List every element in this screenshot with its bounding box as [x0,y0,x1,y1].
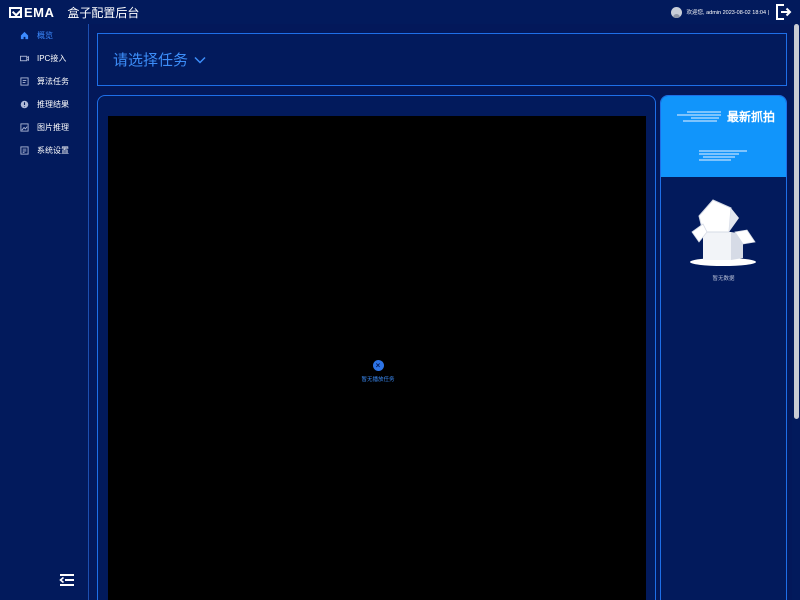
empty-state: × 暂无播放任务 [358,360,398,383]
menu-collapse-icon[interactable] [59,573,75,587]
scrollbar-thumb[interactable] [794,24,799,419]
capture-empty-text: 暂无数据 [712,276,735,282]
sidebar: 概览 IPC接入 算法任务 推理结果 图片推理 系统设置 [0,24,89,600]
sidebar-item-label: 推理结果 [37,100,69,109]
task-select-dropdown[interactable]: 请选择任务 [113,49,206,70]
sidebar-item-results[interactable]: 推理结果 [0,93,88,116]
settings-icon [20,146,29,155]
result-icon [20,100,29,109]
page-scrollbar[interactable] [792,24,800,600]
sidebar-item-image-inference[interactable]: 图片推理 [0,116,88,139]
welcome-text: 欢迎您, admin 2023-08-02 18:04 | [686,10,769,16]
sidebar-item-label: 算法任务 [37,77,69,86]
video-panel: × 暂无播放任务 [97,95,656,600]
chevron-down-icon [194,56,206,64]
logo-mark-icon [9,6,22,18]
video-player-area[interactable]: × 暂无播放任务 [108,116,646,600]
capture-title: 最新抓拍 [727,110,776,124]
task-select-placeholder: 请选择任务 [113,52,189,69]
close-circle-icon: × [372,360,384,371]
latest-capture-panel: 最新抓拍 暂无数据 [660,95,787,600]
task-selector-panel: 请选择任务 [97,33,787,86]
sidebar-item-tasks[interactable]: 算法任务 [0,70,88,93]
sidebar-item-label: 系统设置 [37,146,69,155]
sidebar-item-label: IPC接入 [37,54,67,63]
logo-text: EMA [24,4,55,20]
sidebar-item-label: 概览 [37,31,53,40]
empty-box-icon [690,199,756,266]
sidebar-item-settings[interactable]: 系统设置 [0,139,88,162]
app-title: 盒子配置后台 [67,5,140,20]
logout-icon[interactable] [774,3,792,21]
avatar[interactable] [670,6,682,18]
capture-header: 最新抓拍 [661,96,786,177]
speed-lines-icon [699,150,747,161]
sidebar-item-overview[interactable]: 概览 [0,24,88,47]
app-logo: EMA [9,5,54,20]
empty-state-text: 暂无播放任务 [361,377,395,383]
speed-lines-icon [677,111,721,122]
home-icon [20,31,29,40]
sidebar-item-label: 图片推理 [37,123,69,132]
task-icon [20,77,29,86]
image-icon [20,123,29,132]
user-area: 欢迎您, admin 2023-08-02 18:04 | [670,0,792,24]
sidebar-item-ipc[interactable]: IPC接入 [0,47,88,70]
top-header: EMA 盒子配置后台 欢迎您, admin 2023-08-02 18:04 | [0,0,800,24]
camera-icon [20,55,29,62]
